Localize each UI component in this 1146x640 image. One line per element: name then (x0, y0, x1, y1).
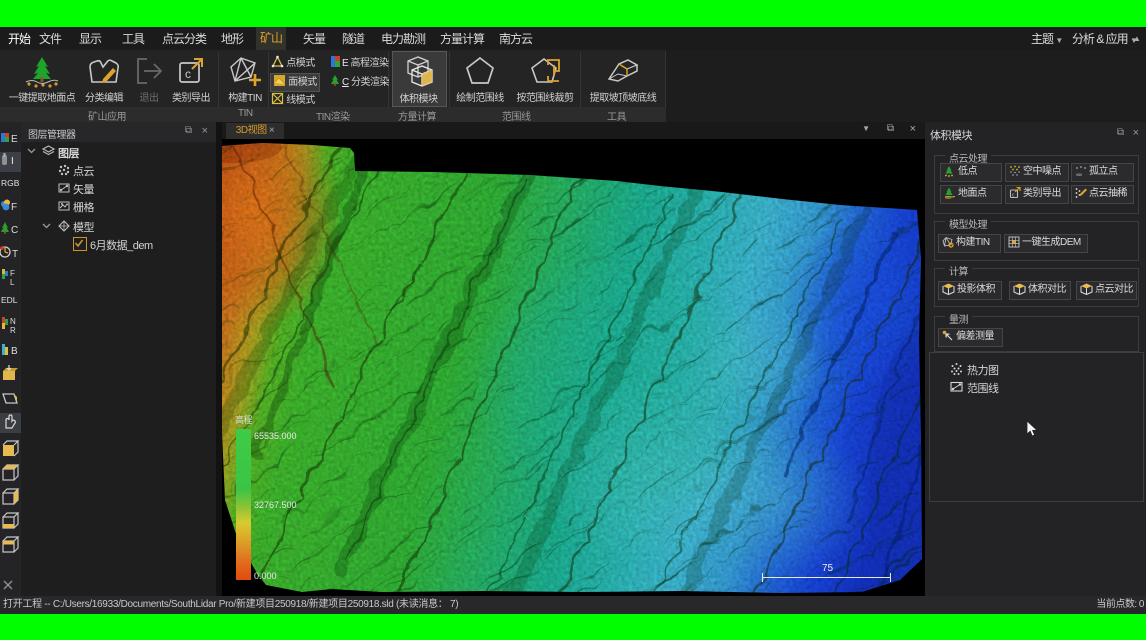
svg-text:R: R (10, 326, 16, 335)
svg-text:B: B (11, 346, 18, 357)
svg-text:SAG: SAG (945, 196, 952, 199)
svg-text:L: L (10, 278, 15, 287)
svg-text:F: F (10, 269, 15, 278)
svg-text:E: E (11, 134, 18, 145)
svg-text:c: c (185, 67, 191, 81)
svg-text:C: C (11, 225, 18, 236)
svg-text:T: T (12, 249, 18, 260)
svg-text:75: 75 (822, 563, 834, 574)
svg-text:I: I (11, 156, 14, 167)
svg-text:vox: vox (1076, 172, 1083, 177)
svg-text:N: N (10, 317, 16, 326)
svg-text:F: F (11, 202, 17, 213)
